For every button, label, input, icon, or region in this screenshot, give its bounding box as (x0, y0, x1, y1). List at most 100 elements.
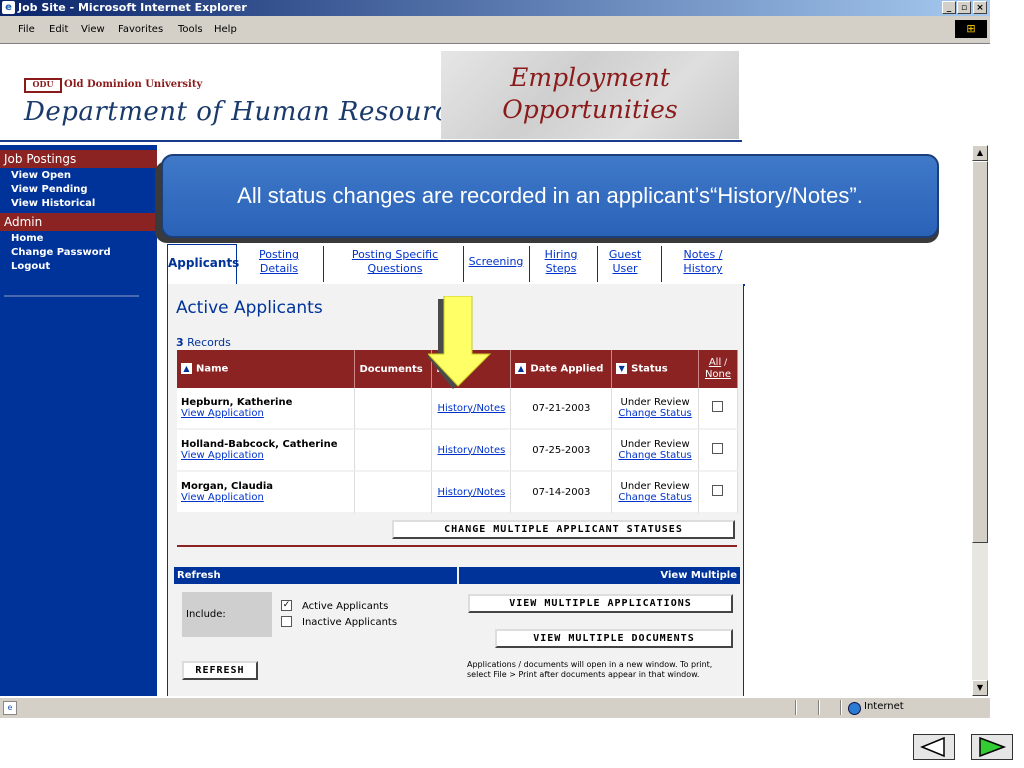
change-multiple-statuses-button[interactable]: CHANGE MULTIPLE APPLICANT STATUSES (392, 520, 735, 539)
page-icon: e (3, 701, 17, 715)
scroll-thumb[interactable] (972, 161, 988, 543)
view-multiple-heading: View Multiple (459, 567, 740, 584)
vertical-scrollbar[interactable]: ▲ ▼ (972, 145, 988, 696)
sort-ascending-icon[interactable]: ▲ (181, 363, 192, 375)
section-divider (177, 545, 737, 547)
tab-posting-details[interactable]: Posting Details (249, 248, 309, 276)
select-all-link[interactable]: All (709, 357, 721, 368)
tab-separator (597, 246, 598, 282)
include-label: Include: (182, 592, 272, 637)
row-select-checkbox[interactable] (712, 443, 724, 454)
history-notes-link[interactable]: History/Notes (438, 487, 506, 498)
change-status-link[interactable]: Change Status (618, 492, 691, 503)
sidebar-link-home[interactable]: Home (11, 233, 43, 244)
status-separator (795, 700, 797, 715)
sidebar-link-change-password[interactable]: Change Password (11, 247, 111, 258)
table-row: Holland-Babcock, Catherine View Applicati… (177, 430, 738, 472)
menu-favorites[interactable]: Favorites (118, 24, 163, 35)
scroll-down-icon[interactable]: ▼ (972, 680, 988, 696)
sidebar-link-view-open[interactable]: View Open (11, 170, 71, 181)
status-separator (840, 700, 842, 715)
view-application-link[interactable]: View Application (181, 450, 264, 461)
window-titlebar: e Job Site - Microsoft Internet Explorer… (0, 0, 990, 16)
minimize-button[interactable]: _ (942, 1, 956, 14)
tab-separator (323, 246, 324, 282)
sort-ascending-icon[interactable]: ▲ (515, 363, 527, 375)
menu-bar: File Edit View Favorites Tools Help ⊞ (0, 16, 990, 44)
windows-logo-icon: ⊞ (955, 20, 987, 38)
menu-edit[interactable]: Edit (49, 24, 68, 35)
tab-separator (661, 246, 662, 282)
odu-logo: ODU (24, 78, 62, 93)
active-applicants-checkbox[interactable]: ✓ (281, 600, 292, 611)
menu-help[interactable]: Help (214, 24, 237, 35)
print-note: Applications / documents will open in a … (467, 660, 713, 679)
applicant-name: Holland-Babcock, Catherine (181, 439, 338, 450)
menu-tools[interactable]: Tools (178, 24, 203, 35)
sidebar-link-view-pending[interactable]: View Pending (11, 184, 88, 195)
tab-notes-history[interactable]: Notes / History (673, 248, 733, 276)
menu-view[interactable]: View (81, 24, 105, 35)
tab-posting-specific-questions[interactable]: Posting Specific Questions (335, 248, 455, 276)
sidebar-link-view-historical[interactable]: View Historical (11, 198, 95, 209)
column-header-name[interactable]: ▲ Name (177, 350, 356, 388)
change-status-link[interactable]: Change Status (618, 408, 691, 419)
inactive-applicants-checkbox[interactable] (281, 616, 292, 627)
applicant-name: Hepburn, Katherine (181, 397, 293, 408)
history-notes-link[interactable]: History/Notes (438, 445, 506, 456)
sidebar-link-logout[interactable]: Logout (11, 261, 50, 272)
select-none-link[interactable]: None (705, 369, 731, 380)
window-title: Job Site - Microsoft Internet Explorer (18, 1, 247, 14)
column-header-date-applied[interactable]: ▲ Date Applied (511, 350, 613, 388)
history-notes-link[interactable]: History/Notes (438, 403, 506, 414)
employment-title: Employment Opportunities (502, 63, 678, 124)
status-bar: e Internet (0, 697, 990, 718)
security-zone: Internet (864, 701, 904, 712)
view-application-link[interactable]: View Application (181, 408, 264, 419)
tab-separator (463, 246, 464, 282)
tab-guest-user[interactable]: Guest User (607, 248, 643, 276)
menu-file[interactable]: File (18, 24, 35, 35)
column-header-status[interactable]: ▼ Status (612, 350, 699, 388)
column-header-documents: Documents (355, 350, 433, 388)
scroll-up-icon[interactable]: ▲ (972, 145, 988, 161)
sidebar: Job Postings View Open View Pending View… (0, 145, 157, 696)
documents-cell (355, 388, 433, 430)
refresh-heading: Refresh (174, 567, 457, 584)
row-select-checkbox[interactable] (712, 401, 724, 412)
active-applicants-label: Active Applicants (302, 601, 389, 612)
header-divider (0, 140, 742, 142)
ie-icon: e (2, 1, 15, 14)
refresh-button[interactable]: REFRESH (182, 661, 258, 680)
view-multiple-documents-button[interactable]: VIEW MULTIPLE DOCUMENTS (495, 629, 733, 648)
triangle-left-icon (920, 736, 945, 758)
triangle-right-icon (979, 736, 1007, 758)
sidebar-divider (4, 295, 139, 297)
sidebar-heading-admin: Admin (0, 213, 157, 231)
view-application-link[interactable]: View Application (181, 492, 264, 503)
tab-applicants[interactable]: Applicants (167, 244, 239, 284)
status-text: Under Review (620, 481, 690, 492)
down-arrow-icon (428, 296, 492, 389)
record-count: 3 Records (176, 336, 231, 349)
change-status-link[interactable]: Change Status (618, 450, 691, 461)
status-separator (818, 700, 820, 715)
callout-box: All status changes are recorded in an ap… (161, 154, 939, 238)
previous-slide-button[interactable] (913, 734, 955, 760)
next-slide-button[interactable] (971, 734, 1013, 760)
sidebar-heading-job-postings: Job Postings (0, 150, 157, 168)
maximize-button[interactable]: ▫ (957, 1, 971, 14)
column-header-select: All / None (698, 350, 738, 388)
row-select-checkbox[interactable] (712, 485, 724, 496)
university-name: Old Dominion University (64, 79, 203, 90)
tab-hiring-steps[interactable]: Hiring Steps (541, 248, 581, 276)
tab-screening[interactable]: Screening (467, 255, 525, 269)
status-text: Under Review (620, 397, 690, 408)
active-applicants-title: Active Applicants (176, 298, 323, 318)
close-button[interactable]: × (973, 1, 987, 14)
inactive-applicants-label: Inactive Applicants (302, 617, 398, 628)
status-text: Under Review (620, 439, 690, 450)
view-multiple-applications-button[interactable]: VIEW MULTIPLE APPLICATIONS (468, 594, 733, 613)
tab-bar: Applicants Posting Details Posting Speci… (167, 244, 745, 286)
sort-descending-icon[interactable]: ▼ (616, 363, 628, 375)
